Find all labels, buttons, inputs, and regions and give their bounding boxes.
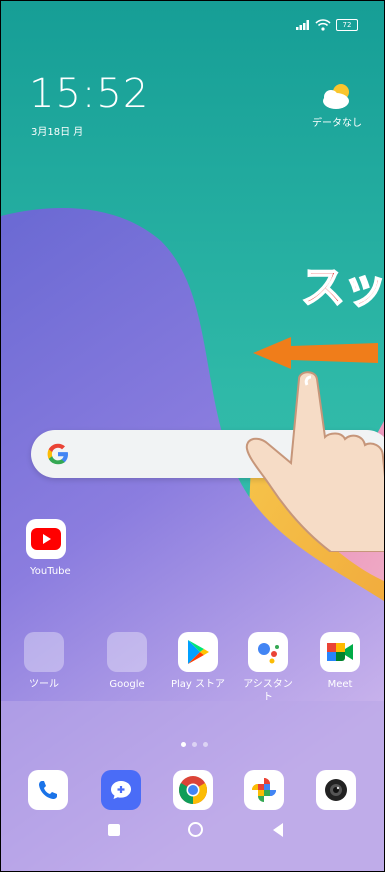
youtube-icon (26, 519, 66, 559)
photos-app-icon[interactable] (244, 770, 284, 810)
page-dot-active (181, 742, 186, 747)
messages-app-icon[interactable] (101, 770, 141, 810)
chrome-app-icon[interactable] (173, 770, 213, 810)
assistant-label: アシスタン ト (243, 679, 293, 703)
youtube-label: YouTube (30, 566, 71, 577)
battery-icon: 72 (336, 19, 358, 31)
meet-label: Meet (327, 679, 353, 690)
folder-google[interactable]: Google (96, 632, 158, 691)
tools-folder-icon (24, 632, 64, 672)
home-button[interactable] (188, 822, 203, 837)
google-folder-icon (107, 632, 147, 672)
assistant-icon (248, 632, 288, 672)
navigation-bar (1, 816, 384, 846)
play-store-label: Play ストア (170, 679, 226, 690)
tools-label: ツール (29, 679, 59, 690)
partly-cloudy-icon (323, 84, 349, 109)
battery-level: 72 (342, 21, 352, 29)
app-meet[interactable]: Meet (309, 632, 371, 691)
swipe-annotation: スッ (300, 261, 385, 314)
camera-app-icon[interactable] (316, 770, 356, 810)
app-youtube[interactable]: YouTube (16, 519, 76, 578)
weather-widget[interactable]: データなし (312, 81, 362, 129)
pointing-hand-illustration (245, 371, 384, 552)
page-indicator (181, 742, 208, 747)
signal-icon (296, 20, 309, 30)
page-dot (203, 742, 208, 747)
google-label: Google (109, 679, 145, 690)
clock-date: 3月18日 月 (31, 127, 84, 138)
page-dot (192, 742, 197, 747)
phone-screen: 72 15:52 3月18日 月 データなし スッ YouTube ツール Go… (0, 0, 385, 872)
play-store-icon (178, 632, 218, 672)
google-g-icon (47, 443, 68, 465)
recent-apps-button[interactable] (108, 824, 120, 836)
clock-time[interactable]: 15:52 (29, 71, 149, 117)
weather-label: データなし (312, 118, 362, 129)
app-assistant[interactable]: アシスタン ト (237, 632, 299, 704)
phone-app-icon[interactable] (28, 770, 68, 810)
wifi-icon (315, 19, 331, 31)
meet-icon (320, 632, 360, 672)
folder-tools[interactable]: ツール (13, 632, 75, 691)
status-bar: 72 (296, 19, 358, 31)
back-button[interactable] (271, 822, 285, 838)
app-play-store[interactable]: Play ストア (167, 632, 229, 691)
